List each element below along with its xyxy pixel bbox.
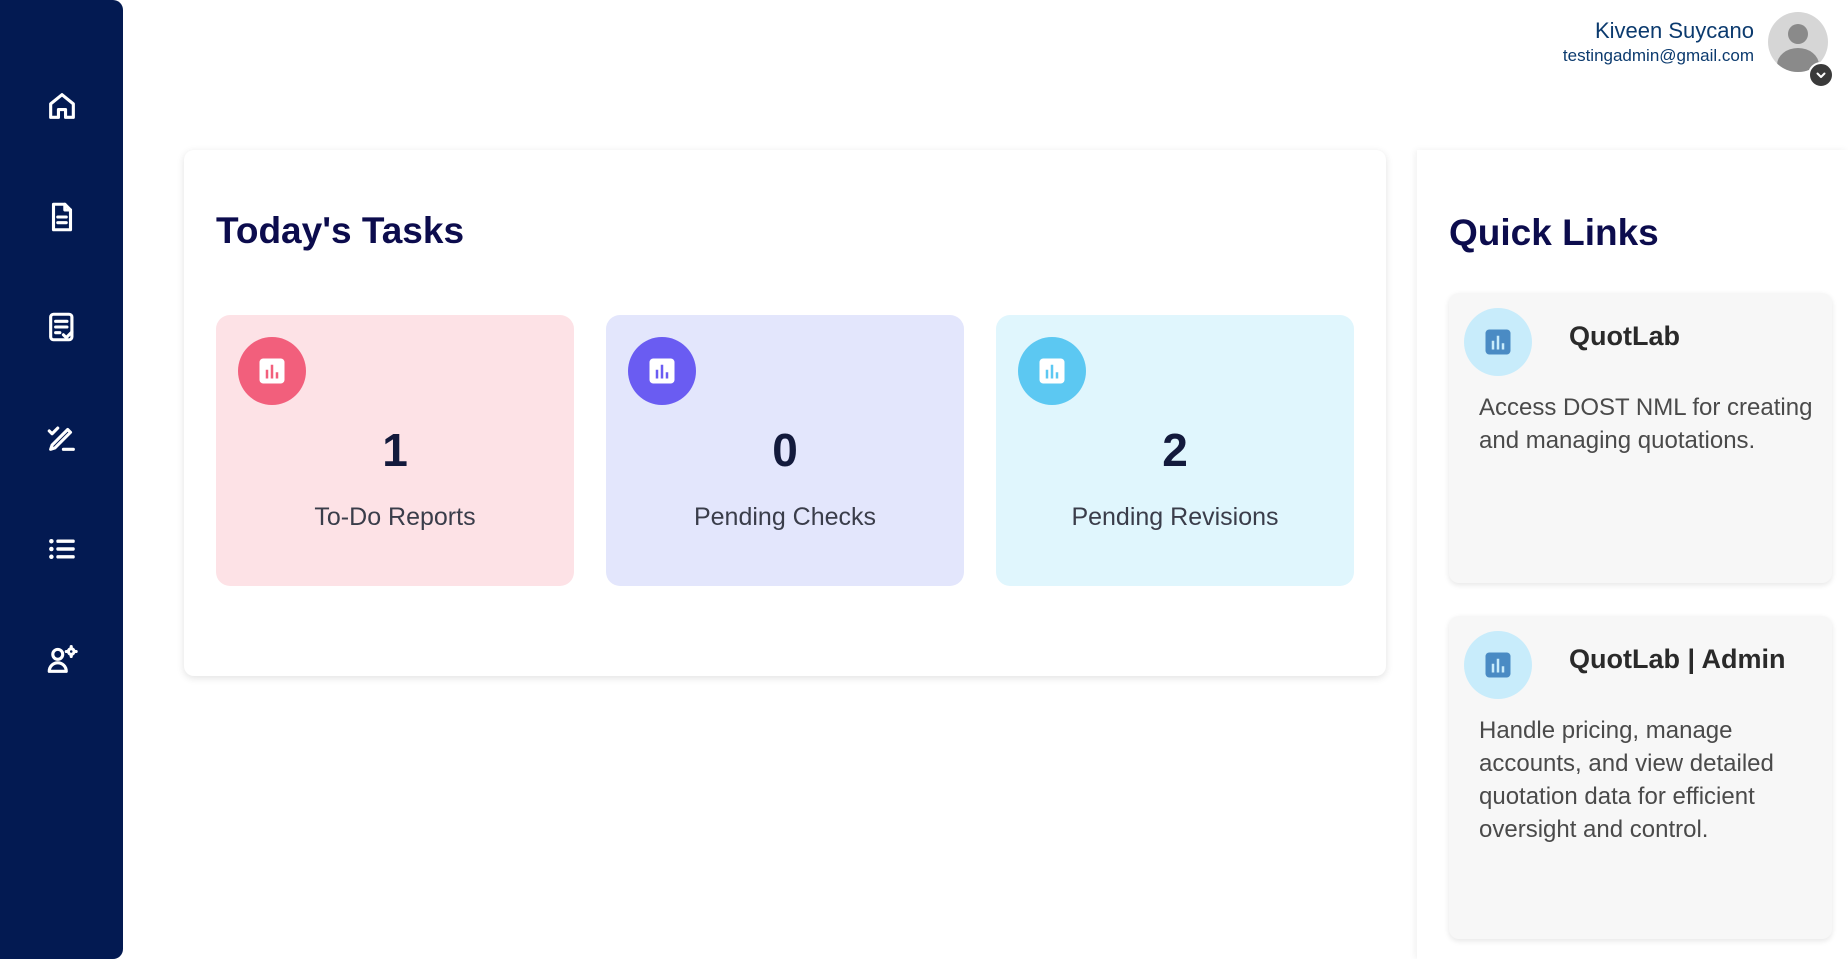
- edit-check-icon: [47, 426, 75, 451]
- chart-icon: [1464, 631, 1532, 699]
- document-icon: [51, 202, 72, 232]
- quick-link-quotlab[interactable]: QuotLab Access DOST NML for creating and…: [1449, 293, 1832, 583]
- quick-link-name: QuotLab: [1569, 321, 1680, 351]
- sidebar-item-user-settings[interactable]: [0, 630, 123, 690]
- quick-links-panel: Quick Links QuotLab Access DOST NML for …: [1417, 150, 1848, 959]
- quick-link-name: QuotLab | Admin: [1569, 644, 1786, 674]
- tasks-panel: Today's Tasks 1 To-Do Reports 0 Pending …: [184, 150, 1386, 676]
- sidebar: [0, 0, 123, 959]
- quick-link-quotlab-admin[interactable]: QuotLab | Admin Handle pricing, manage a…: [1449, 616, 1832, 939]
- task-count: 0: [772, 424, 798, 476]
- home-icon: [48, 93, 75, 119]
- task-card-pending-checks[interactable]: 0 Pending Checks: [606, 315, 964, 586]
- chart-icon: [628, 337, 696, 405]
- task-count: 2: [1162, 424, 1188, 476]
- task-label: To-Do Reports: [314, 503, 476, 531]
- task-label: Pending Revisions: [1071, 503, 1279, 531]
- tasks-title: Today's Tasks: [216, 210, 465, 251]
- list-icon: [48, 538, 75, 560]
- user-profile[interactable]: Kiveen Suycano testingadmin@gmail.com: [1562, 12, 1834, 88]
- sidebar-item-checklist[interactable]: [0, 297, 123, 357]
- sidebar-item-documents[interactable]: [0, 187, 123, 247]
- chart-icon: [1018, 337, 1086, 405]
- quick-link-description: Access DOST NML for creating and managin…: [1479, 394, 1813, 454]
- sidebar-item-review[interactable]: [0, 408, 123, 468]
- task-card-todo[interactable]: 1 To-Do Reports: [216, 315, 574, 586]
- checklist-icon: [48, 312, 73, 342]
- user-settings-icon: [47, 644, 78, 673]
- quick-links-title: Quick Links: [1449, 212, 1659, 253]
- sidebar-item-list[interactable]: [0, 519, 123, 579]
- task-label: Pending Checks: [693, 503, 877, 531]
- user-name: Kiveen Suycano: [1595, 18, 1754, 43]
- sidebar-item-home[interactable]: [0, 76, 123, 136]
- quick-link-description: Handle pricing, manage accounts, and vie…: [1479, 717, 1774, 843]
- task-count: 1: [382, 424, 408, 476]
- user-email: testingadmin@gmail.com: [1562, 46, 1754, 65]
- chart-icon: [238, 337, 306, 405]
- task-card-pending-revisions[interactable]: 2 Pending Revisions: [996, 315, 1354, 586]
- chart-icon: [1464, 308, 1532, 376]
- chevron-down-icon[interactable]: [1808, 62, 1834, 88]
